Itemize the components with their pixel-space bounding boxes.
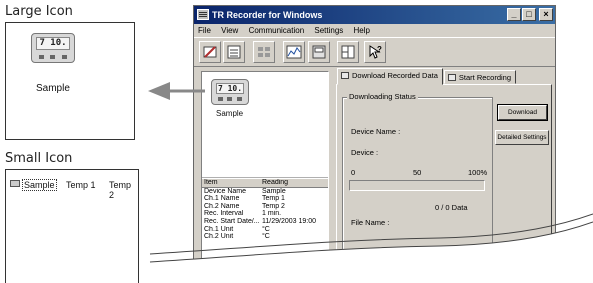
device-caption: Sample [216,109,244,118]
small-device-icon [10,180,20,187]
header-item[interactable]: Item [202,179,260,187]
row-reading: Sample [262,187,286,195]
menu-view[interactable]: View [221,26,238,35]
download-button[interactable]: Download [497,104,548,121]
small-item-temp2[interactable]: Temp 2 [109,180,138,200]
table-row: Ch.2 Unit °C [202,233,328,241]
row-item: Device Name [204,187,247,195]
menu-bar: File View Communication Settings Help [194,24,555,37]
menu-settings[interactable]: Settings [314,26,343,35]
small-item-sample[interactable]: Sample [22,179,57,191]
open-icon[interactable] [199,41,221,63]
device-name-label: Device Name : [351,127,401,136]
group-title: Downloading Status [347,92,418,101]
help-icon[interactable]: ? [364,41,386,63]
data-count: 0 / 0 Data [435,203,468,212]
row-reading: Temp 2 [262,202,285,210]
maximize-button[interactable]: □ [522,8,536,21]
device-display: 7 10. [216,83,244,94]
app-icon [197,9,209,20]
graph-icon[interactable] [283,41,305,63]
device-caption: Sample [36,83,70,94]
row-reading: 1 min. [262,210,282,218]
device-pane: 7 10. Sample Item Reading Device Name Sam… [201,71,329,282]
data-logger-icon[interactable]: 7 10. [211,79,249,105]
menu-communication[interactable]: Communication [249,26,305,35]
small-icon-view: Sample Temp 1 Temp 2 [5,169,139,283]
large-icon-title: Large Icon [5,4,73,19]
minimize-button[interactable]: _ [507,8,521,21]
menu-help[interactable]: Help [354,26,370,35]
list-icon[interactable] [223,41,245,63]
record-icon [447,74,456,81]
table-row: Rec. Interval 1 min. [202,210,328,218]
row-reading: °C [262,225,270,233]
device-icon[interactable] [308,41,330,63]
data-logger-icon[interactable]: 7 10. [31,33,75,63]
row-reading: 11/29/2003 19:00 [262,217,316,225]
menu-file[interactable]: File [198,26,211,35]
download-panel: Device Name : Device : 0 50 100% 0 / 0 D… [336,84,552,282]
detailed-settings-button[interactable]: Detailed Settings [495,130,549,145]
row-item: Ch.1 Name [204,195,240,203]
app-window: TR Recorder for Windows _ □ × File View … [193,5,556,283]
progress-scale-min: 0 [351,168,356,177]
svg-text:?: ? [377,45,382,54]
device-icon-area: 7 10. Sample [202,72,328,178]
close-button[interactable]: × [539,8,553,21]
tab-label: Start Recording [458,73,511,82]
properties-table: Item Reading Device Name Sample Ch.1 Name… [202,179,328,241]
title-bar[interactable]: TR Recorder for Windows _ □ × [194,6,555,24]
download-icon [341,72,349,79]
layout-icon[interactable] [337,41,359,63]
tab-bar: Download Recorded Data Start Recording [337,68,517,85]
small-item-temp1[interactable]: Temp 1 [66,180,96,190]
download-progress-bar [349,180,485,191]
small-icon-title: Small Icon [5,151,73,166]
progress-scale-max: 100% [468,168,488,177]
table-row: Ch.2 Name Temp 2 [202,203,328,211]
tab-start-recording[interactable]: Start Recording [443,70,516,84]
toolbar: ? [194,37,555,67]
row-item: Ch.2 Name [204,202,240,210]
tab-label: Download Recorded Data [352,71,438,80]
row-item: Rec. Start Date/... [204,217,260,225]
progress-scale-mid: 50 [413,168,422,177]
table-row: Ch.1 Unit °C [202,226,328,234]
large-icon-view: 7 10. Sample [5,22,135,140]
row-item: Ch.2 Unit [204,233,234,241]
row-reading: °C [262,233,270,241]
table-row: Ch.1 Name Temp 1 [202,195,328,203]
row-item: Rec. Interval [204,210,244,218]
table-row: Rec. Start Date/... 11/29/2003 19:00 [202,218,328,226]
file-name-label: File Name : [351,218,390,227]
device-display: 7 10. [36,37,70,50]
row-item: Ch.1 Unit [204,225,234,233]
table-row: Device Name Sample [202,188,328,196]
header-reading[interactable]: Reading [260,179,328,187]
tab-download-recorded-data[interactable]: Download Recorded Data [337,68,443,85]
grid-icon[interactable] [253,41,275,63]
window-title: TR Recorder for Windows [212,10,323,20]
row-reading: Temp 1 [262,195,285,203]
device-label: Device : [351,148,379,157]
table-header: Item Reading [202,179,328,188]
